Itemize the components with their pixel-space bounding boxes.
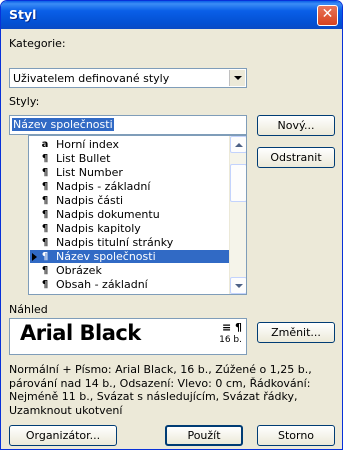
style-list-item[interactable]: ¶ List Bullet — [30, 152, 232, 165]
styles-label: Styly: — [9, 95, 40, 108]
style-name-input[interactable]: Název společnosti — [9, 115, 247, 135]
styles-scrollbar[interactable] — [229, 136, 246, 294]
modify-style-button[interactable]: Změnit... — [257, 322, 335, 343]
style-preview: Arial Black ≡ ¶ 16 b. — [9, 318, 247, 355]
category-label: Kategorie: — [9, 37, 66, 50]
window-title: Styl — [9, 7, 37, 22]
style-description: Normální + Písmo: Arial Black, 16 b., Zú… — [9, 363, 312, 417]
category-dropdown[interactable]: Uživatelem definované styly — [9, 68, 247, 88]
style-list-item[interactable]: ¶ Název společnosti — [30, 250, 232, 263]
character-style-icon: a — [41, 139, 49, 150]
style-list-item-label: Horní index — [56, 138, 119, 151]
style-list-item-label: Obsah - základní — [56, 278, 148, 291]
style-list-item-label: Nadpis části — [56, 194, 124, 207]
style-list-item[interactable]: a Horní index — [30, 138, 232, 151]
delete-style-button[interactable]: Odstranit — [257, 147, 335, 168]
organizer-button[interactable]: Organizátor... — [9, 425, 117, 446]
close-button[interactable]: ✕ — [317, 5, 338, 26]
paragraph-style-icon: ¶ — [41, 181, 49, 192]
style-name-value: Název společnosti — [12, 118, 114, 131]
style-list-item-label: List Bullet — [56, 152, 111, 165]
scroll-thumb[interactable] — [230, 164, 246, 202]
style-list-item[interactable]: ¶ Nadpis dokumentu — [30, 208, 232, 221]
style-list-item-label: Nadpis titulní stránky — [56, 236, 174, 249]
paragraph-style-icon: ¶ — [41, 251, 49, 262]
apply-button[interactable]: Použít — [165, 425, 243, 446]
paragraph-style-icon: ¶ — [41, 237, 49, 248]
preview-sample-text: Arial Black — [20, 321, 141, 345]
preview-info: ≡ ¶ 16 b. — [219, 322, 242, 346]
style-list-item-label: Obrázek — [56, 264, 102, 277]
style-list-item[interactable]: ¶ Nadpis - základní — [30, 180, 232, 193]
styles-list[interactable]: a Horní index ¶ List Bullet ¶ List Number ¶ Nad… — [28, 135, 247, 295]
paragraph-style-icon: ¶ — [41, 223, 49, 234]
style-list-item[interactable]: ¶ Nadpis části — [30, 194, 232, 207]
scroll-down-arrow-icon[interactable] — [230, 277, 246, 294]
paragraph-style-icon: ¶ — [41, 279, 49, 290]
style-list-item[interactable]: ¶ List Number — [30, 166, 232, 179]
title-bar[interactable]: Styl ✕ — [1, 1, 342, 29]
style-list-item-label: Nadpis dokumentu — [56, 208, 160, 221]
close-icon: ✕ — [321, 6, 334, 22]
style-dialog: Styl ✕ Kategorie: Uživatelem definované … — [0, 0, 343, 450]
chevron-down-icon[interactable] — [229, 70, 245, 86]
current-style-marker-icon — [32, 253, 37, 261]
style-list-item-label: List Number — [56, 166, 123, 179]
category-selected-value: Uživatelem definované styly — [13, 72, 170, 85]
new-style-button[interactable]: Nový... — [257, 115, 335, 136]
style-list-item[interactable]: ¶ Nadpis kapitoly — [30, 222, 232, 235]
preview-label: Náhled — [9, 303, 48, 316]
preview-font-size: 16 b. — [219, 335, 242, 345]
scroll-up-arrow-icon[interactable] — [230, 136, 246, 153]
paragraph-align-icon: ≡ ¶ — [221, 321, 242, 334]
paragraph-style-icon: ¶ — [41, 153, 49, 164]
style-list-item[interactable]: ¶ Nadpis titulní stránky — [30, 236, 232, 249]
style-list-item[interactable]: ¶ Obrázek — [30, 264, 232, 277]
cancel-button[interactable]: Storno — [257, 425, 335, 446]
paragraph-style-icon: ¶ — [41, 195, 49, 206]
style-list-item-label: Nadpis - základní — [56, 180, 151, 193]
paragraph-style-icon: ¶ — [41, 167, 49, 178]
paragraph-style-icon: ¶ — [41, 209, 49, 220]
style-list-item-label: Nadpis kapitoly — [56, 222, 141, 235]
style-list-item[interactable]: ¶ Obsah - základní — [30, 278, 232, 291]
paragraph-style-icon: ¶ — [41, 265, 49, 276]
style-list-item-label: Název společnosti — [56, 250, 156, 263]
